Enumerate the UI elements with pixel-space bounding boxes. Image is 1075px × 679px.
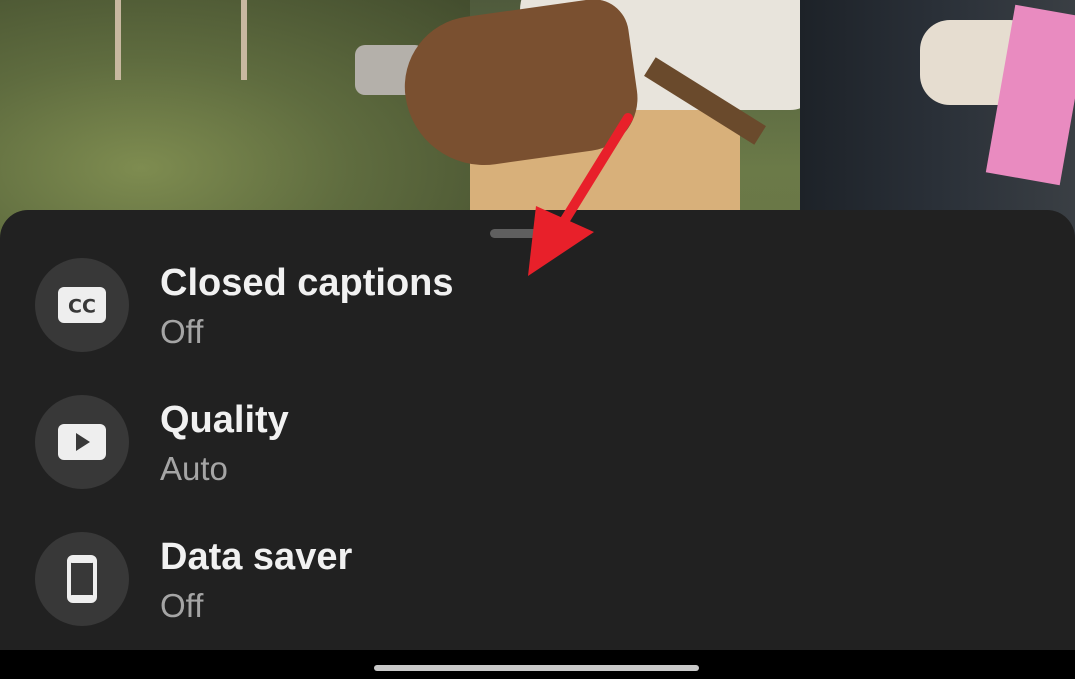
closed-captions-title: Closed captions xyxy=(160,262,454,304)
data-saver-title: Data saver xyxy=(160,536,353,578)
play-icon xyxy=(58,424,106,460)
quality-option[interactable]: Quality Auto xyxy=(0,395,1075,515)
data-saver-icon-circle xyxy=(35,532,129,626)
closed-captions-option[interactable]: CC Closed captions Off xyxy=(0,258,1075,378)
settings-bottom-sheet: CC Closed captions Off Quality Auto Data… xyxy=(0,210,1075,650)
video-background xyxy=(0,0,1075,240)
closed-captions-value: Off xyxy=(160,313,204,350)
home-indicator[interactable] xyxy=(374,665,699,671)
quality-title: Quality xyxy=(160,399,289,441)
video-scene-stand xyxy=(115,0,247,80)
data-saver-value: Off xyxy=(160,587,204,624)
svg-text:CC: CC xyxy=(68,296,96,318)
closed-captions-icon-circle: CC xyxy=(35,258,129,352)
closed-captions-icon: CC xyxy=(58,287,106,323)
quality-value: Auto xyxy=(160,450,228,487)
system-navigation-bar xyxy=(0,650,1075,679)
sheet-drag-handle[interactable] xyxy=(490,229,586,238)
quality-icon-circle xyxy=(35,395,129,489)
phone-icon xyxy=(67,555,97,603)
data-saver-option[interactable]: Data saver Off xyxy=(0,532,1075,652)
